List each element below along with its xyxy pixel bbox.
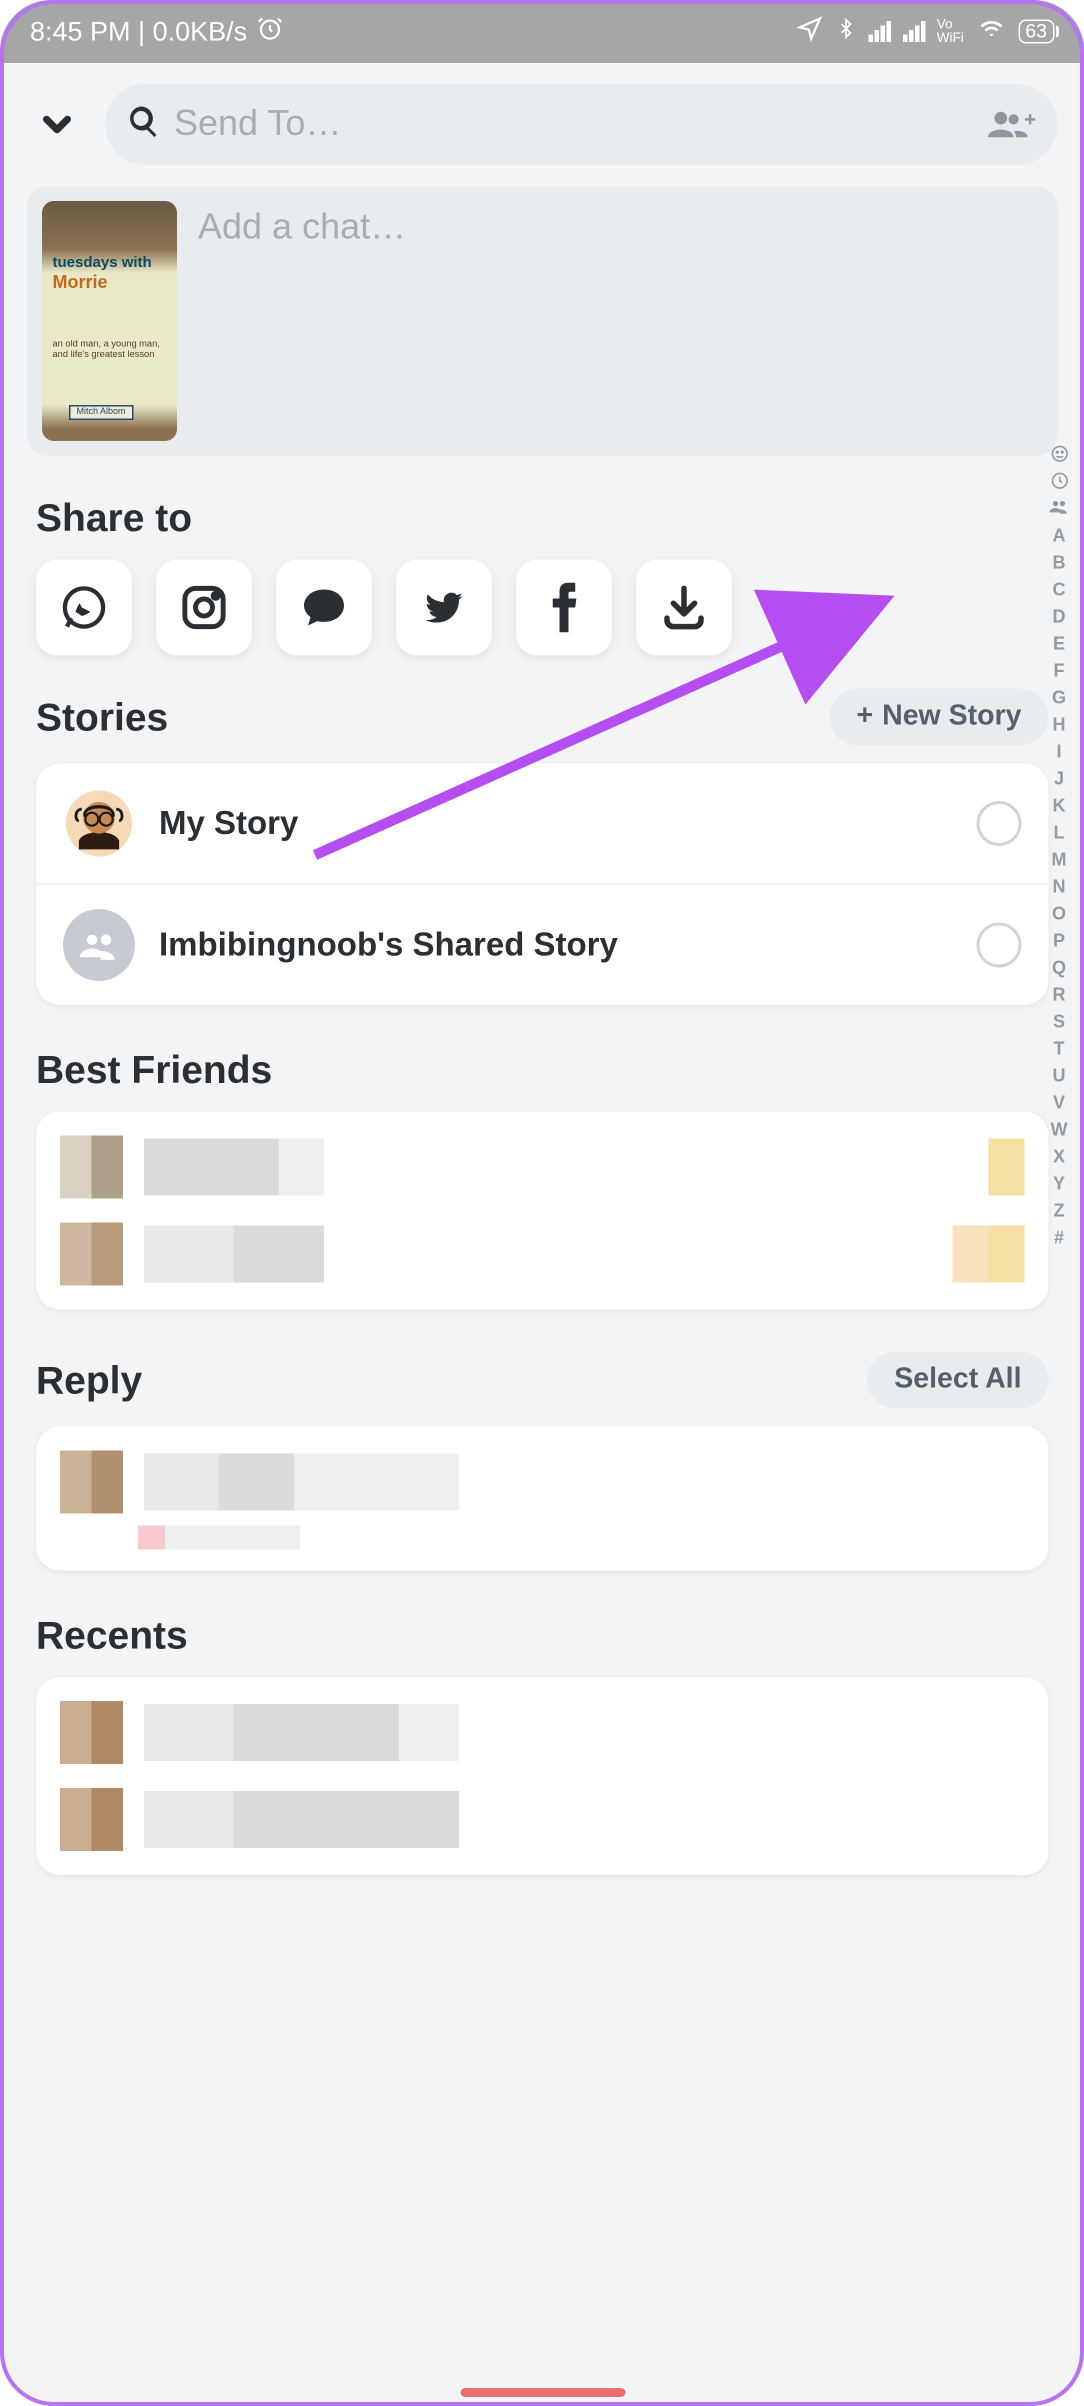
- signal-1-icon: [868, 21, 891, 42]
- alpha-Q[interactable]: Q: [1052, 957, 1066, 978]
- redacted-text: [144, 1791, 1025, 1848]
- chat-compose-card[interactable]: tuesdays withMorrie an old man, a young …: [27, 186, 1058, 456]
- emoji-index-icon[interactable]: [1049, 444, 1069, 465]
- alpha-S[interactable]: S: [1053, 1011, 1065, 1032]
- stories-card: My Story Imbibingnoob's Shared Story: [36, 764, 1049, 1006]
- alpha-E[interactable]: E: [1053, 633, 1065, 654]
- snap-thumbnail[interactable]: tuesdays withMorrie an old man, a young …: [42, 201, 177, 441]
- alpha-M[interactable]: M: [1052, 849, 1067, 870]
- search-field[interactable]: [105, 84, 1058, 165]
- location-icon: [796, 14, 823, 49]
- status-time: 8:45 PM | 0.0KB/s: [30, 16, 247, 48]
- alpha-H[interactable]: H: [1052, 714, 1065, 735]
- new-story-label: New Story: [882, 701, 1021, 734]
- avatar: [63, 788, 135, 860]
- alpha-hash[interactable]: #: [1054, 1227, 1064, 1248]
- story-label: Imbibingnoob's Shared Story: [159, 926, 953, 965]
- list-item[interactable]: [54, 1211, 1031, 1298]
- share-heading: Share to: [36, 495, 1049, 542]
- home-indicator: [460, 2388, 625, 2397]
- avatar: [60, 1451, 123, 1514]
- alpha-K[interactable]: K: [1052, 795, 1065, 816]
- radio-unchecked[interactable]: [977, 923, 1022, 968]
- bluetooth-icon: [835, 14, 856, 49]
- battery-indicator: 63: [1018, 20, 1055, 44]
- reply-heading: Reply: [36, 1357, 142, 1404]
- avatar: [60, 1788, 123, 1851]
- share-row: [36, 560, 1084, 656]
- alpha-W[interactable]: W: [1050, 1119, 1067, 1140]
- redacted-text: [144, 1704, 1025, 1761]
- best-friends-heading: Best Friends: [36, 1047, 1049, 1094]
- alpha-R[interactable]: R: [1052, 984, 1065, 1005]
- redacted-text: [144, 1226, 1025, 1283]
- select-all-button[interactable]: Select All: [867, 1352, 1048, 1409]
- status-bar: 8:45 PM | 0.0KB/s Vo WiFi 63: [0, 0, 1084, 63]
- alpha-X[interactable]: X: [1053, 1146, 1065, 1167]
- alpha-Y[interactable]: Y: [1053, 1173, 1065, 1194]
- wifi-icon: [976, 16, 1006, 48]
- alpha-I[interactable]: I: [1056, 741, 1061, 762]
- alpha-Z[interactable]: Z: [1053, 1200, 1064, 1221]
- alpha-B[interactable]: B: [1052, 552, 1065, 573]
- recents-heading: Recents: [36, 1613, 1049, 1660]
- list-item[interactable]: [54, 1124, 1031, 1211]
- avatar: [60, 1136, 123, 1199]
- avatar: [60, 1223, 123, 1286]
- alarm-icon: [256, 14, 283, 49]
- alpha-A[interactable]: A: [1052, 525, 1065, 546]
- share-twitter-button[interactable]: [396, 560, 492, 656]
- alpha-V[interactable]: V: [1053, 1092, 1065, 1113]
- alpha-index[interactable]: A B C D E F G H I J K L M N O P Q R S T …: [1043, 444, 1076, 1248]
- share-chat-button[interactable]: [276, 560, 372, 656]
- vowifi-label: Vo WiFi: [937, 18, 964, 45]
- share-download-button[interactable]: [636, 560, 732, 656]
- alpha-C[interactable]: C: [1052, 579, 1065, 600]
- redacted-text: [144, 1139, 1025, 1196]
- recent-index-icon[interactable]: [1049, 471, 1069, 492]
- alpha-G[interactable]: G: [1052, 687, 1066, 708]
- radio-unchecked[interactable]: [977, 801, 1022, 846]
- chat-placeholder[interactable]: Add a chat…: [198, 201, 1043, 441]
- story-label: My Story: [159, 804, 953, 843]
- group-index-icon[interactable]: [1049, 498, 1070, 519]
- alpha-T[interactable]: T: [1053, 1038, 1064, 1059]
- alpha-N[interactable]: N: [1052, 876, 1065, 897]
- alpha-O[interactable]: O: [1052, 903, 1066, 924]
- share-facebook-button[interactable]: [516, 560, 612, 656]
- collapse-button[interactable]: [27, 95, 87, 155]
- story-row-my-story[interactable]: My Story: [36, 764, 1049, 886]
- list-item[interactable]: [54, 1689, 1031, 1776]
- share-whatsapp-button[interactable]: [36, 560, 132, 656]
- share-instagram-button[interactable]: [156, 560, 252, 656]
- alpha-L[interactable]: L: [1053, 822, 1064, 843]
- list-item[interactable]: [54, 1776, 1031, 1863]
- avatar: [60, 1701, 123, 1764]
- alpha-U[interactable]: U: [1052, 1065, 1065, 1086]
- list-item[interactable]: [54, 1439, 1031, 1526]
- alpha-F[interactable]: F: [1053, 660, 1064, 681]
- story-row-shared[interactable]: Imbibingnoob's Shared Story: [36, 885, 1049, 1005]
- new-story-button[interactable]: + New Story: [829, 689, 1048, 746]
- best-friends-list: [36, 1112, 1049, 1310]
- reply-list: [36, 1427, 1049, 1571]
- signal-2-icon: [902, 21, 925, 42]
- plus-icon: +: [856, 701, 873, 734]
- alpha-P[interactable]: P: [1053, 930, 1065, 951]
- add-group-icon[interactable]: [986, 107, 1037, 143]
- alpha-J[interactable]: J: [1054, 768, 1064, 789]
- stories-heading: Stories: [36, 694, 168, 741]
- alpha-D[interactable]: D: [1052, 606, 1065, 627]
- group-icon: [63, 909, 135, 981]
- search-input[interactable]: [174, 104, 974, 146]
- search-icon: [126, 103, 162, 147]
- redacted-text: [144, 1454, 1025, 1511]
- recents-list: [36, 1677, 1049, 1875]
